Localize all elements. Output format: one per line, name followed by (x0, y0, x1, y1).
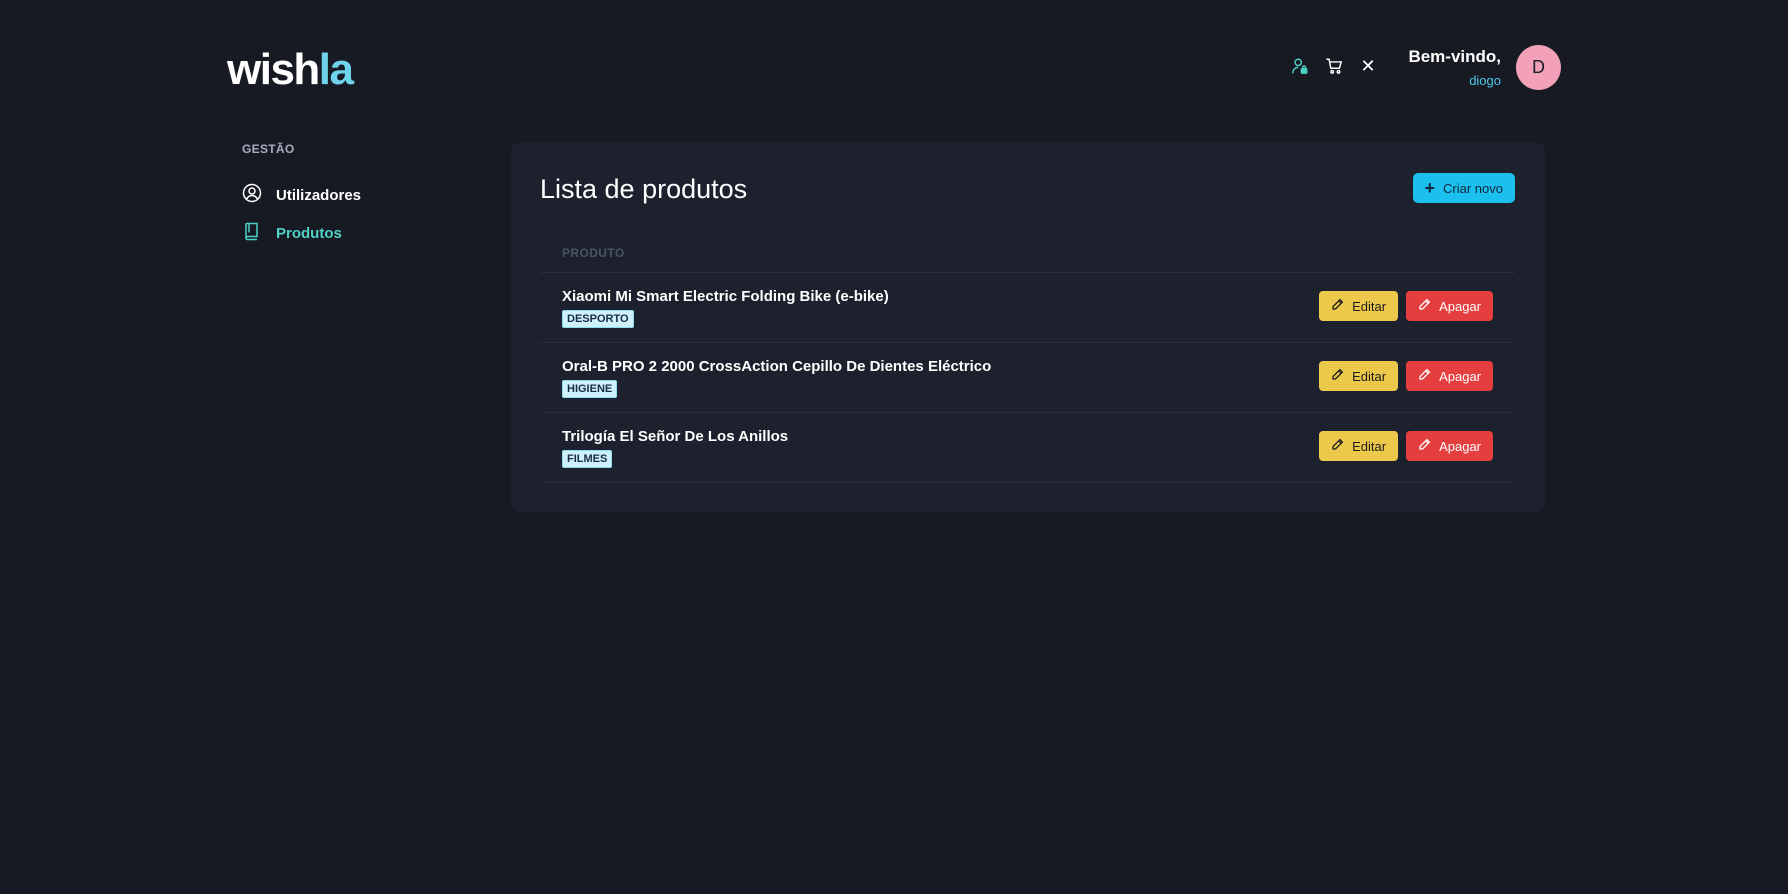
table-row: Xiaomi Mi Smart Electric Folding Bike (e… (540, 272, 1515, 342)
edit-label: Editar (1352, 298, 1387, 314)
table-row: Oral-B PRO 2 2000 CrossAction Cepillo De… (540, 342, 1515, 412)
delete-label: Apagar (1439, 438, 1481, 454)
product-name: Trilogía El Señor De Los Anillos (562, 428, 789, 445)
book-icon (242, 221, 262, 246)
pencil-icon (1418, 298, 1431, 314)
user-lock-icon[interactable] (1290, 56, 1310, 76)
edit-button[interactable]: Editar (1319, 291, 1399, 321)
pencil-icon (1331, 368, 1344, 384)
edit-label: Editar (1352, 368, 1387, 384)
logo-part-la: la (318, 45, 354, 94)
page-title: Lista de produtos (540, 174, 748, 204)
category-badge: HIGIENE (562, 380, 618, 398)
cart-icon[interactable] (1324, 56, 1344, 76)
sidebar-item-produtos[interactable]: Produtos (242, 218, 502, 248)
user-circle-icon (242, 183, 262, 208)
category-badge: DESPORTO (562, 310, 634, 328)
products-table: Xiaomi Mi Smart Electric Folding Bike (e… (540, 272, 1515, 483)
pencil-icon (1331, 438, 1344, 454)
table-row: Trilogía El Señor De Los Anillos FILMES … (540, 412, 1515, 483)
logo[interactable]: wishla (227, 44, 354, 96)
sidebar-item-label: Produtos (276, 224, 342, 242)
create-new-label: Criar novo (1443, 180, 1503, 196)
row-actions: Editar Apagar (1319, 361, 1493, 391)
sidebar: GESTÃO Utilizadores Produtos (242, 142, 502, 256)
edit-button[interactable]: Editar (1319, 361, 1399, 391)
delete-button[interactable]: Apagar (1406, 431, 1493, 461)
avatar[interactable]: D (1516, 45, 1561, 90)
header-icons: ✕ (1290, 56, 1378, 76)
delete-button[interactable]: Apagar (1406, 291, 1493, 321)
row-actions: Editar Apagar (1319, 291, 1493, 321)
sidebar-item-label: Utilizadores (276, 186, 362, 204)
welcome-block: Bem-vindo, diogo (1408, 47, 1501, 89)
pencil-icon (1418, 368, 1431, 384)
delete-label: Apagar (1439, 368, 1481, 384)
product-name: Xiaomi Mi Smart Electric Folding Bike (e… (562, 288, 889, 305)
column-header-produto: PRODUTO (562, 246, 625, 260)
edit-button[interactable]: Editar (1319, 431, 1399, 461)
welcome-text: Bem-vindo, (1408, 47, 1501, 66)
sidebar-section-title: GESTÃO (242, 142, 295, 156)
sidebar-item-utilizadores[interactable]: Utilizadores (242, 180, 502, 210)
product-name: Oral-B PRO 2 2000 CrossAction Cepillo De… (562, 358, 992, 375)
products-card: Lista de produtos + Criar novo PRODUTO X… (511, 142, 1545, 512)
pencil-icon (1331, 298, 1344, 314)
edit-label: Editar (1352, 438, 1387, 454)
close-icon[interactable]: ✕ (1358, 56, 1378, 76)
row-actions: Editar Apagar (1319, 431, 1493, 461)
pencil-icon (1418, 438, 1431, 454)
delete-button[interactable]: Apagar (1406, 361, 1493, 391)
create-new-button[interactable]: + Criar novo (1412, 173, 1515, 203)
delete-label: Apagar (1439, 298, 1481, 314)
username-link[interactable]: diogo (1408, 73, 1501, 89)
plus-icon: + (1424, 178, 1436, 198)
category-badge: FILMES (562, 450, 613, 468)
logo-part-wish: wish (227, 45, 320, 94)
